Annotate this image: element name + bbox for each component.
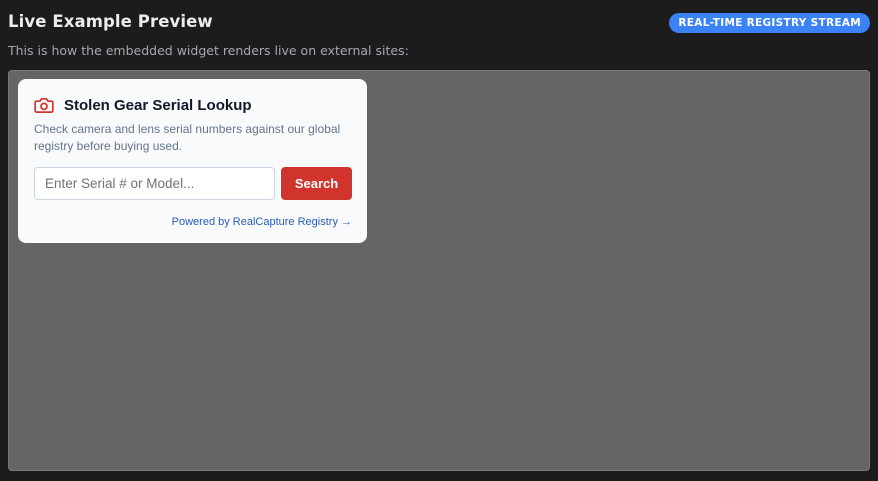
widget-description: Check camera and lens serial numbers aga… — [34, 122, 341, 153]
widget-header: Stolen Gear Serial Lookup — [34, 96, 252, 114]
search-button[interactable]: Search — [281, 167, 352, 200]
powered-by-link[interactable]: Powered by RealCapture Registry → — [172, 216, 352, 228]
preview-header: Live Example Preview REAL-TIME REGISTRY … — [8, 11, 870, 35]
preview-subtitle: This is how the embedded widget renders … — [8, 43, 409, 58]
page-title: Live Example Preview — [8, 12, 213, 31]
widget-title: Stolen Gear Serial Lookup — [64, 96, 252, 114]
registry-stream-badge: REAL-TIME REGISTRY STREAM — [669, 13, 870, 33]
serial-lookup-widget: Stolen Gear Serial Lookup Check camera a… — [18, 79, 367, 243]
serial-search-form: Search — [34, 167, 352, 200]
live-preview-frame: Stolen Gear Serial Lookup Check camera a… — [8, 70, 870, 471]
serial-search-input[interactable] — [34, 167, 275, 200]
camera-icon — [34, 96, 54, 114]
